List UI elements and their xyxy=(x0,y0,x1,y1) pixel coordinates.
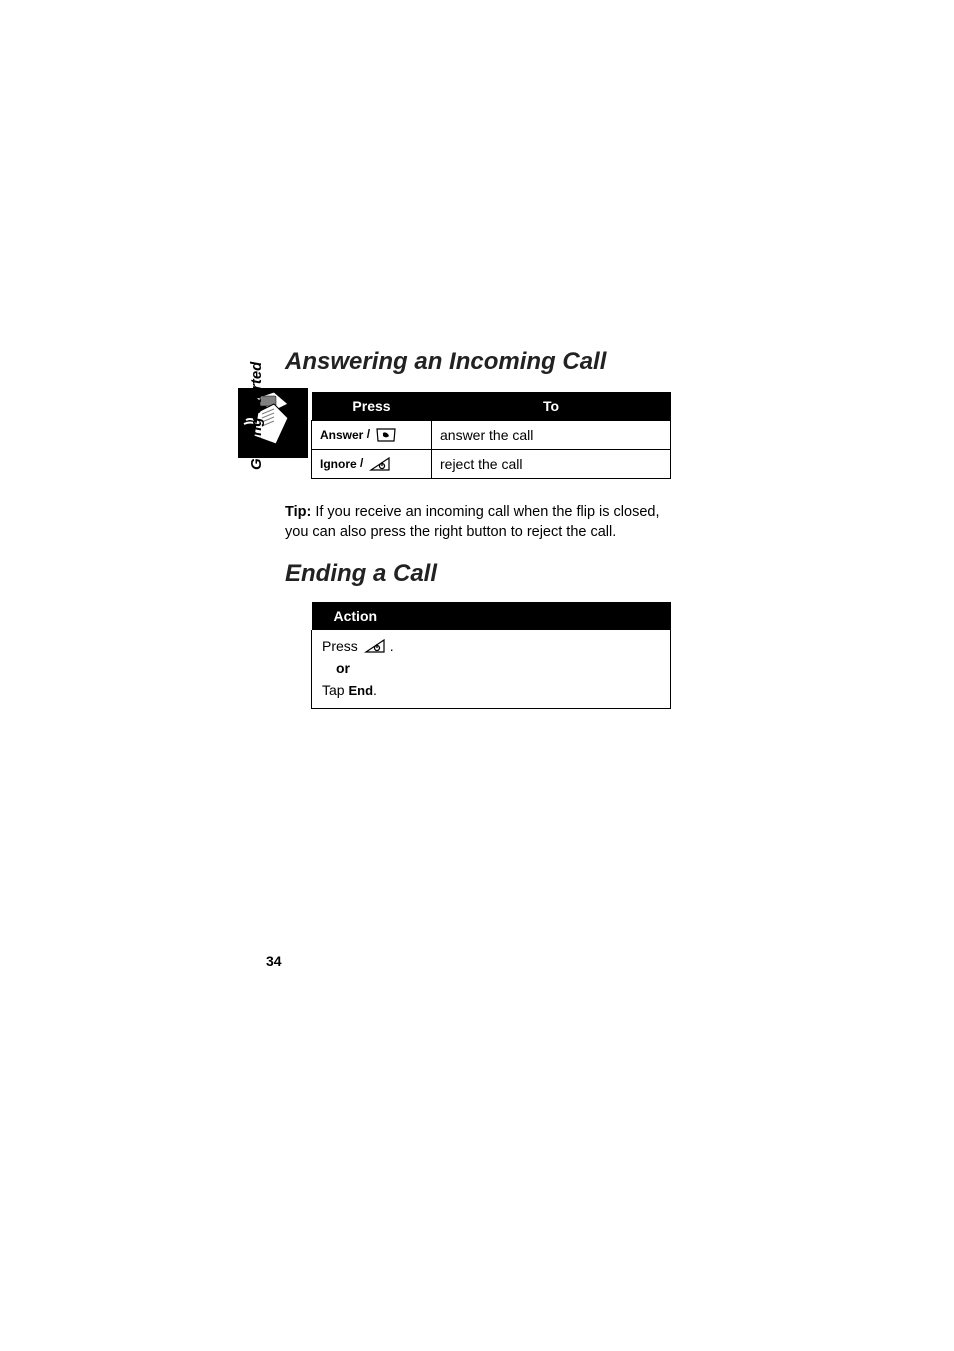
end-call-table: Action Press . or Tap End. xyxy=(311,602,671,709)
separator: / xyxy=(357,456,367,470)
end-key-icon xyxy=(364,638,386,654)
or-text: or xyxy=(336,660,660,676)
table-row: Press . or Tap End. xyxy=(312,630,671,709)
table-row: Ignore / reject the call xyxy=(312,450,671,479)
table-row: Answer / answer the call xyxy=(312,421,671,450)
end-button-label: End xyxy=(348,683,373,698)
tip-block: Tip: If you receive an incoming call whe… xyxy=(285,503,675,542)
answer-call-table: Press To Answer / answer the call Ignore… xyxy=(311,392,671,479)
tip-text: If you receive an incoming call when the… xyxy=(285,504,660,540)
heading-answering-call: Answering an Incoming Call xyxy=(285,348,671,376)
end-key-icon xyxy=(369,456,391,472)
ignore-label: Ignore xyxy=(320,457,357,471)
page-number: 34 xyxy=(266,953,282,969)
tap-text: Tap xyxy=(322,682,348,698)
answer-label: Answer xyxy=(320,428,363,442)
header-to: To xyxy=(432,392,671,421)
tip-label: Tip: xyxy=(285,504,311,520)
heading-ending-call: Ending a Call xyxy=(285,560,671,588)
header-action: Action xyxy=(312,602,671,630)
ignore-desc: reject the call xyxy=(432,450,671,479)
press-text: Press xyxy=(322,638,358,654)
period: . xyxy=(390,638,394,654)
separator: / xyxy=(363,427,373,441)
send-key-icon xyxy=(375,427,397,443)
period: . xyxy=(373,682,377,698)
press-line: Press . xyxy=(322,638,660,654)
answer-desc: answer the call xyxy=(432,421,671,450)
header-press: Press xyxy=(312,392,432,421)
tap-line: Tap End. xyxy=(322,682,660,698)
